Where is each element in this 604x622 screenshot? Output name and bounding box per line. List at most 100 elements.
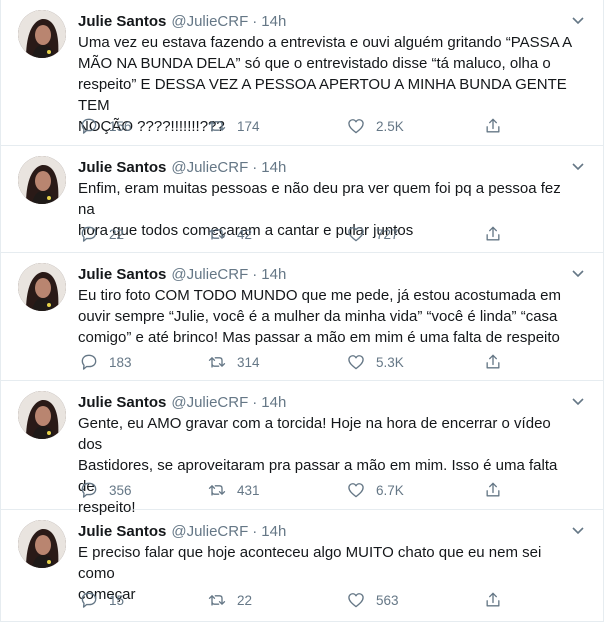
reply-button[interactable]: 15 (79, 589, 124, 611)
author-name[interactable]: Julie Santos (78, 13, 166, 30)
share-button[interactable] (483, 223, 503, 245)
retweet-icon (207, 480, 227, 500)
author-handle[interactable]: @JulieCRF (171, 523, 248, 540)
tweet[interactable]: Julie Santos @JulieCRF · 14h Gente, eu A… (1, 381, 603, 516)
separator-dot: · (252, 265, 258, 283)
timestamp[interactable]: 14h (261, 13, 286, 30)
share-icon (483, 116, 503, 136)
author-name[interactable]: Julie Santos (78, 159, 166, 176)
share-icon (483, 590, 503, 610)
tweet-header: Julie Santos @JulieCRF · 14h (78, 157, 587, 177)
tweet-text: Gente, eu AMO gravar com a torcida! Hoje… (78, 415, 558, 516)
heart-icon (346, 116, 366, 136)
author-handle[interactable]: @JulieCRF (171, 159, 248, 176)
tweet-actions: 22 42 727 (73, 223, 503, 245)
like-count: 2.5K (376, 118, 404, 134)
reply-count: 156 (109, 118, 132, 134)
tweet-header: Julie Santos @JulieCRF · 14h (78, 11, 587, 31)
retweet-icon (207, 224, 227, 244)
tweet-text: Eu tiro foto COM TODO MUNDO que me pede,… (78, 287, 561, 346)
avatar[interactable] (18, 156, 66, 204)
reply-count: 183 (109, 354, 132, 370)
retweet-count: 174 (237, 118, 260, 134)
retweet-count: 431 (237, 482, 260, 498)
tweet-actions: 356 431 6.7K (73, 479, 503, 501)
reply-button[interactable]: 356 (79, 479, 132, 501)
retweet-icon (207, 590, 227, 610)
avatar[interactable] (18, 520, 66, 568)
tweet-header: Julie Santos @JulieCRF · 14h (78, 264, 587, 284)
reply-icon (79, 224, 99, 244)
retweet-icon (207, 352, 227, 372)
avatar[interactable] (18, 10, 66, 58)
like-button[interactable]: 6.7K (346, 479, 404, 501)
retweet-button[interactable]: 22 (207, 589, 252, 611)
author-handle[interactable]: @JulieCRF (171, 13, 248, 30)
avatar[interactable] (18, 263, 66, 311)
timestamp[interactable]: 14h (261, 394, 286, 411)
retweet-icon (207, 116, 227, 136)
like-count: 563 (376, 592, 399, 608)
tweet-header: Julie Santos @JulieCRF · 14h (78, 392, 587, 412)
reply-button[interactable]: 183 (79, 351, 132, 373)
separator-dot: · (252, 12, 258, 30)
timestamp[interactable]: 14h (261, 266, 286, 283)
reply-icon (79, 352, 99, 372)
reply-icon (79, 480, 99, 500)
reply-count: 15 (109, 592, 125, 608)
retweet-button[interactable]: 42 (207, 223, 252, 245)
share-icon (483, 224, 503, 244)
reply-count: 22 (109, 226, 125, 242)
chevron-down-icon[interactable] (569, 13, 587, 29)
separator-dot: · (252, 522, 258, 540)
author-handle[interactable]: @JulieCRF (171, 266, 248, 283)
separator-dot: · (252, 393, 258, 411)
like-count: 6.7K (376, 482, 404, 498)
chevron-down-icon[interactable] (569, 266, 587, 282)
share-icon (483, 352, 503, 372)
separator-dot: · (252, 158, 258, 176)
like-button[interactable]: 5.3K (346, 351, 404, 373)
reply-button[interactable]: 22 (79, 223, 124, 245)
share-button[interactable] (483, 589, 503, 611)
share-button[interactable] (483, 115, 503, 137)
retweet-button[interactable]: 314 (207, 351, 260, 373)
author-name[interactable]: Julie Santos (78, 266, 166, 283)
heart-icon (346, 480, 366, 500)
tweet-feed: Julie Santos @JulieCRF · 14h Uma vez eu … (0, 0, 604, 622)
reply-count: 356 (109, 482, 132, 498)
retweet-button[interactable]: 431 (207, 479, 260, 501)
timestamp[interactable]: 14h (261, 159, 286, 176)
share-button[interactable] (483, 351, 503, 373)
share-button[interactable] (483, 479, 503, 501)
like-button[interactable]: 2.5K (346, 115, 404, 137)
avatar[interactable] (18, 391, 66, 439)
retweet-count: 314 (237, 354, 260, 370)
tweet[interactable]: Julie Santos @JulieCRF · 14h Enfim, eram… (1, 146, 603, 253)
reply-button[interactable]: 156 (79, 115, 132, 137)
author-handle[interactable]: @JulieCRF (171, 394, 248, 411)
timestamp[interactable]: 14h (261, 523, 286, 540)
author-name[interactable]: Julie Santos (78, 523, 166, 540)
like-count: 5.3K (376, 354, 404, 370)
heart-icon (346, 224, 366, 244)
chevron-down-icon[interactable] (569, 523, 587, 539)
retweet-count: 42 (237, 226, 253, 242)
retweet-button[interactable]: 174 (207, 115, 260, 137)
like-button[interactable]: 563 (346, 589, 399, 611)
tweet-actions: 156 174 2.5K (73, 115, 503, 137)
author-name[interactable]: Julie Santos (78, 394, 166, 411)
chevron-down-icon[interactable] (569, 394, 587, 410)
heart-icon (346, 352, 366, 372)
tweet[interactable]: Julie Santos @JulieCRF · 14h Eu tiro fot… (1, 253, 603, 381)
tweet-actions: 15 22 563 (73, 589, 503, 611)
retweet-count: 22 (237, 592, 253, 608)
tweet[interactable]: Julie Santos @JulieCRF · 14h Uma vez eu … (1, 0, 603, 146)
chevron-down-icon[interactable] (569, 159, 587, 175)
like-button[interactable]: 727 (346, 223, 399, 245)
reply-icon (79, 116, 99, 136)
heart-icon (346, 590, 366, 610)
share-icon (483, 480, 503, 500)
tweet-header: Julie Santos @JulieCRF · 14h (78, 521, 587, 541)
tweet[interactable]: Julie Santos @JulieCRF · 14h E preciso f… (1, 510, 603, 622)
